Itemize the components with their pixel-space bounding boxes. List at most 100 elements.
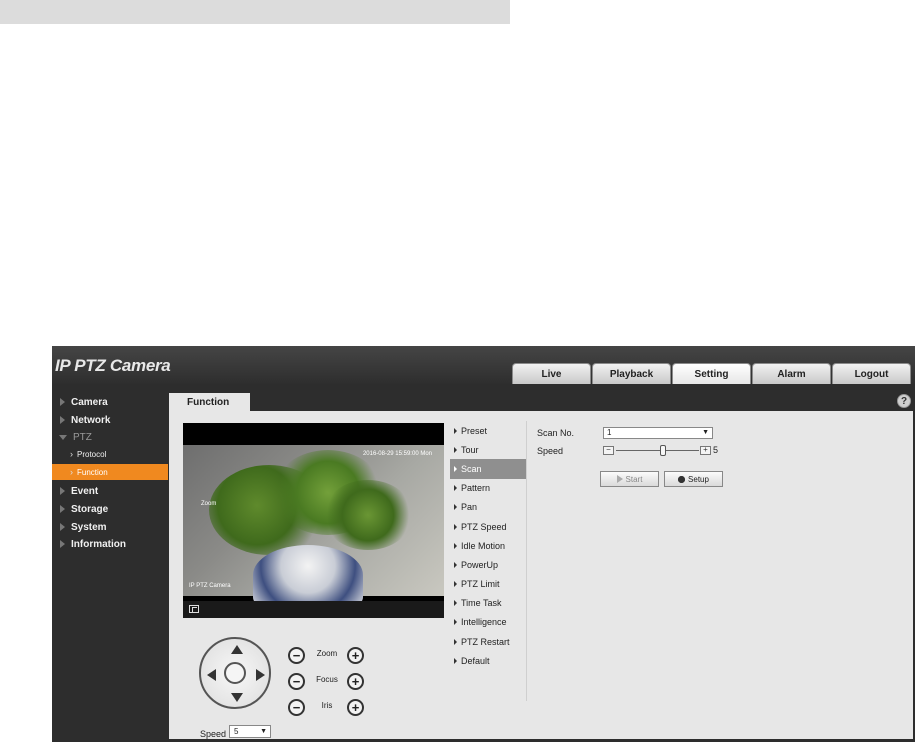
menu-item-ptz-restart[interactable]: PTZ Restart <box>450 632 527 651</box>
content-tab-function[interactable]: Function <box>169 393 250 412</box>
arrow-up-icon[interactable] <box>231 645 243 654</box>
menu-item-pan[interactable]: Pan <box>450 498 527 517</box>
tab-alarm[interactable]: Alarm <box>752 363 831 384</box>
focus-far-button[interactable]: + <box>347 673 364 690</box>
video-frame <box>183 445 444 605</box>
menu-item-label: Tour <box>461 444 479 455</box>
sidebar-item-label: Storage <box>71 503 109 515</box>
speed-slider-thumb[interactable] <box>660 445 667 456</box>
triangle-right-icon <box>60 505 65 513</box>
sidebar-item-label: Event <box>71 485 99 497</box>
play-icon <box>616 475 623 483</box>
fullscreen-icon[interactable] <box>189 605 199 613</box>
app-window: IP PTZ Camera Live Playback Setting Alar… <box>52 346 915 742</box>
help-icon[interactable]: ? <box>897 394 911 408</box>
iris-open-button[interactable]: + <box>347 699 364 716</box>
scan-no-label: Scan No. <box>537 428 575 438</box>
setup-button-label: Setup <box>688 474 709 484</box>
menu-item-label: Preset <box>461 425 488 436</box>
zoom-in-button[interactable]: + <box>347 647 364 664</box>
triangle-down-icon <box>59 434 67 440</box>
sidebar-item-system[interactable]: System <box>52 519 168 535</box>
sidebar-item-camera[interactable]: Camera <box>52 394 168 410</box>
tab-logout[interactable]: Logout <box>832 363 911 384</box>
sidebar-item-event[interactable]: Event <box>52 483 168 499</box>
caret-right-icon <box>454 542 457 549</box>
sidebar-item-information[interactable]: Information <box>52 536 168 552</box>
menu-item-default[interactable]: Default <box>450 651 527 670</box>
speed-decrease-button[interactable]: − <box>603 446 614 455</box>
caret-right-icon <box>454 504 457 511</box>
menu-item-label: Intelligence <box>461 617 507 628</box>
menu-item-ptz-speed[interactable]: PTZ Speed <box>450 517 527 536</box>
start-button[interactable]: Start <box>600 471 659 487</box>
gear-icon <box>678 475 686 483</box>
menu-item-label: Pan <box>461 502 478 513</box>
caret-right-icon <box>454 581 457 588</box>
header: IP PTZ Camera Live Playback Setting Alar… <box>52 346 915 384</box>
menu-item-tour[interactable]: Tour <box>450 440 527 459</box>
iris-close-button[interactable]: − <box>288 699 305 716</box>
ptz-direction-pad <box>199 637 271 709</box>
menu-item-idle-motion[interactable]: Idle Motion <box>450 536 527 555</box>
menu-item-scan[interactable]: Scan <box>450 459 527 479</box>
speed-increase-button[interactable]: + <box>700 446 711 455</box>
focus-near-button[interactable]: − <box>288 673 305 690</box>
menu-item-label: PTZ Limit <box>461 579 500 590</box>
scan-no-select[interactable]: 1 ▼ <box>603 427 713 439</box>
sidebar-item-label: Camera <box>71 396 108 408</box>
menu-item-pattern[interactable]: Pattern <box>450 479 527 498</box>
triangle-right-icon <box>60 540 65 548</box>
caret-right-icon <box>454 465 457 472</box>
menu-item-label: PTZ Speed <box>461 521 507 532</box>
sidebar-item-function[interactable]: › Function <box>52 464 168 480</box>
scan-speed-value: 5 <box>713 445 719 455</box>
sidebar-item-label: Function <box>77 467 108 477</box>
menu-item-label: Pattern <box>461 483 491 494</box>
caret-right-icon <box>454 427 457 434</box>
speed-slider-track[interactable] <box>616 450 699 451</box>
sidebar-item-label: System <box>71 521 107 533</box>
sidebar-item-ptz[interactable]: PTZ <box>52 429 168 445</box>
video-plant <box>323 480 413 550</box>
ptz-center-button[interactable] <box>224 662 246 684</box>
sidebar-item-network[interactable]: Network <box>52 412 168 428</box>
arrow-left-icon[interactable] <box>207 669 216 681</box>
tab-setting[interactable]: Setting <box>672 363 751 384</box>
zoom-label: Zoom <box>316 649 338 658</box>
menu-item-ptz-limit[interactable]: PTZ Limit <box>450 575 527 594</box>
start-button-label: Start <box>625 474 643 484</box>
content-area: Function ? 2016-08-29 15:59:00 Mon Zoom … <box>168 393 915 742</box>
ptz-speed-label: Speed <box>200 729 227 739</box>
triangle-right-icon <box>60 487 65 495</box>
caret-right-icon <box>454 638 457 645</box>
video-channel-name: IP PTZ Camera <box>189 583 231 589</box>
iris-label: Iris <box>321 701 333 710</box>
tab-playback[interactable]: Playback <box>592 363 671 384</box>
caret-right-icon <box>454 600 457 607</box>
arrow-right-icon[interactable] <box>256 669 265 681</box>
caret-right-icon <box>454 446 457 453</box>
chevron-right-icon: › <box>70 467 73 477</box>
arrow-down-icon[interactable] <box>231 693 243 702</box>
menu-item-label: Scan <box>461 463 482 474</box>
menu-item-intelligence[interactable]: Intelligence <box>450 613 527 632</box>
zoom-out-button[interactable]: − <box>288 647 305 664</box>
menu-item-preset[interactable]: Preset <box>450 421 527 440</box>
sidebar-item-protocol[interactable]: › Protocol <box>52 446 168 462</box>
live-video: 2016-08-29 15:59:00 Mon Zoom IP PTZ Came… <box>183 423 444 618</box>
tab-live[interactable]: Live <box>512 363 591 384</box>
caret-right-icon <box>454 523 457 530</box>
sidebar-item-storage[interactable]: Storage <box>52 501 168 517</box>
menu-item-label: PowerUp <box>461 559 499 570</box>
menu-item-time-task[interactable]: Time Task <box>450 594 527 613</box>
sidebar-item-label: Information <box>71 538 126 550</box>
app-logo: IP PTZ Camera <box>55 356 171 375</box>
iris-control: − Iris + <box>288 699 368 719</box>
ptz-speed-select[interactable]: 5 ▼ <box>229 725 271 738</box>
video-toolbar <box>183 601 444 618</box>
sidebar: Camera Network PTZ › Protocol › Function… <box>52 384 168 742</box>
ptz-speed-value: 5 <box>234 727 239 736</box>
menu-item-powerup[interactable]: PowerUp <box>450 555 527 574</box>
setup-button[interactable]: Setup <box>664 471 723 487</box>
